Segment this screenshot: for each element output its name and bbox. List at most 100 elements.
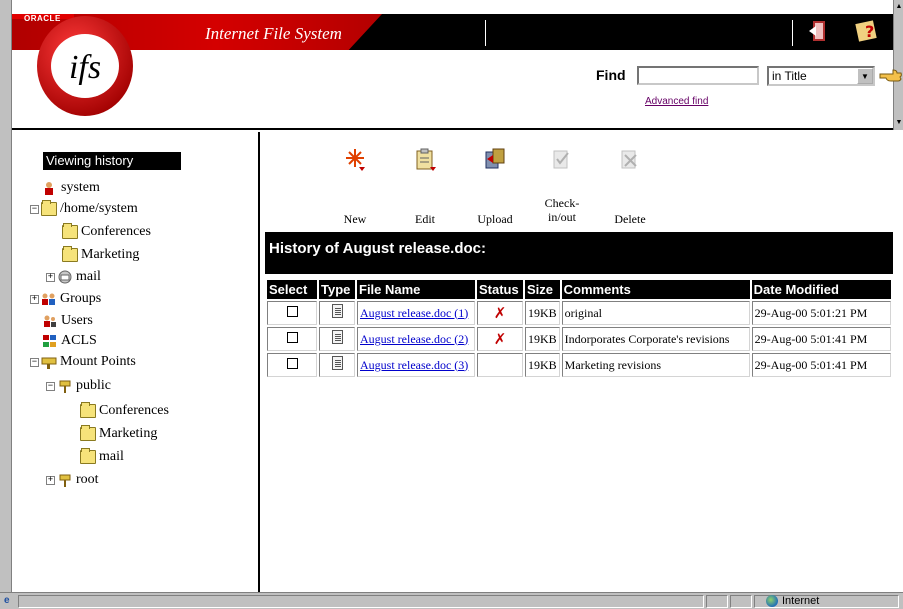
new-button[interactable]: New: [325, 146, 385, 226]
delete-icon: [621, 150, 637, 169]
status-bar: e Internet: [0, 592, 903, 609]
find-scope-value: in Title: [772, 69, 807, 83]
column-header[interactable]: Date Modified: [751, 280, 891, 299]
file-link[interactable]: August release.doc (3): [360, 358, 468, 372]
tree-item-acls[interactable]: ACLS: [42, 331, 97, 351]
tree-item-conferences-public[interactable]: Conferences: [80, 401, 169, 421]
new-label: New: [343, 212, 367, 226]
tree-item-label: mail: [99, 449, 124, 464]
select-checkbox[interactable]: [286, 357, 298, 369]
upload-button[interactable]: Upload: [465, 146, 525, 226]
collapse-icon[interactable]: −: [46, 381, 55, 391]
status-panel: [730, 595, 752, 608]
tree-item-public[interactable]: − public: [46, 376, 111, 396]
file-name-cell: August release.doc (2): [357, 327, 475, 351]
upload-label: Upload: [477, 212, 513, 226]
tree-item-root[interactable]: + root: [46, 470, 99, 490]
scroll-down-icon[interactable]: ▼: [895, 118, 903, 126]
ie-page-icon: e: [4, 595, 10, 606]
collapse-icon[interactable]: −: [30, 204, 39, 214]
tree-item-label: Marketing: [99, 426, 158, 441]
folder-icon: [62, 246, 78, 262]
select-checkbox[interactable]: [286, 331, 298, 343]
column-header[interactable]: Select: [267, 280, 317, 299]
tree-item-marketing-public[interactable]: Marketing: [80, 424, 157, 444]
tree-item-label: Conferences: [81, 224, 151, 239]
file-link[interactable]: August release.doc (2): [360, 332, 468, 346]
collapse-icon[interactable]: −: [30, 357, 39, 367]
select-cell: [267, 353, 317, 377]
comment-cell: Indorporates Corporate's revisions: [561, 327, 750, 351]
find-label: Find: [596, 67, 626, 83]
tree-item-users[interactable]: Users: [42, 311, 93, 331]
type-cell: [319, 301, 355, 325]
column-header[interactable]: Size: [525, 280, 560, 299]
header-divider: [485, 20, 486, 46]
checkinout-label: Check- in/out: [532, 196, 592, 224]
tree-item-system[interactable]: system: [42, 178, 100, 198]
delete-button[interactable]: Delete: [600, 146, 660, 226]
scroll-up-icon[interactable]: ▲: [895, 2, 903, 10]
help-icon[interactable]: ?: [854, 18, 880, 44]
header: ORACLE ifs Internet File System ? Find i…: [12, 0, 902, 130]
tree-item-label: Groups: [60, 291, 102, 306]
edit-icon: [416, 148, 436, 171]
tree-item-conferences[interactable]: Conferences: [62, 222, 151, 242]
column-header[interactable]: Status: [477, 280, 523, 299]
edit-label: Edit: [415, 212, 435, 226]
tree-item-mail[interactable]: + mail: [46, 267, 101, 287]
tree-item-label: ACLS: [61, 333, 97, 348]
column-header[interactable]: Comments: [561, 280, 750, 299]
mount-point-icon: [57, 473, 73, 487]
history-table: Select Type File Name Status Size Commen…: [265, 278, 893, 379]
date-cell: 29-Aug-00 5:01:21 PM: [751, 301, 891, 325]
select-cell: [267, 301, 317, 325]
ifs-logo: ifs: [37, 16, 133, 116]
checkinout-label-line1: Check-: [544, 196, 580, 210]
tree-item-marketing[interactable]: Marketing: [62, 245, 139, 265]
column-header[interactable]: File Name: [357, 280, 475, 299]
folder-icon: [80, 448, 96, 464]
tree-item-home-system[interactable]: − /home/system: [30, 199, 138, 219]
checkinout-button[interactable]: Check- in/out: [532, 146, 592, 226]
mount-icon: [41, 355, 57, 369]
go-icon[interactable]: [879, 64, 903, 86]
expand-icon[interactable]: +: [46, 272, 55, 282]
file-link[interactable]: August release.doc (1): [360, 306, 468, 320]
tree-item-mount-points[interactable]: − Mount Points: [30, 352, 136, 372]
acl-icon: [42, 334, 58, 348]
new-icon: [346, 149, 365, 171]
edit-button[interactable]: Edit: [395, 146, 455, 226]
tree-item-label: root: [76, 472, 99, 487]
header-divider: [792, 20, 793, 46]
find-scope-select[interactable]: in Title ▼: [767, 66, 875, 86]
tree-item-mail-public[interactable]: mail: [80, 447, 124, 467]
select-cell: [267, 327, 317, 351]
tree-item-label: Users: [61, 313, 93, 328]
app-title: Internet File System: [205, 24, 342, 43]
select-checkbox[interactable]: [286, 305, 298, 317]
status-cell: ✗: [477, 301, 523, 325]
sidebar-title: Viewing history: [43, 152, 181, 170]
expand-icon[interactable]: +: [46, 475, 55, 485]
chevron-down-icon[interactable]: ▼: [857, 68, 873, 84]
comment-cell: original: [561, 301, 750, 325]
logout-icon[interactable]: [807, 18, 833, 44]
folder-icon: [80, 402, 96, 418]
table-header-row: Select Type File Name Status Size Commen…: [267, 280, 891, 299]
mount-point-icon: [57, 379, 73, 393]
tree-item-label: Marketing: [81, 247, 140, 262]
size-cell: 19KB: [525, 327, 560, 351]
security-zone: Internet: [766, 594, 819, 608]
table-row: August release.doc (1) ✗ 19KB original 2…: [267, 301, 891, 325]
file-name-cell: August release.doc (3): [357, 353, 475, 377]
tree-item-groups[interactable]: + Groups: [30, 289, 101, 309]
date-cell: 29-Aug-00 5:01:41 PM: [751, 353, 891, 377]
folder-open-icon: [41, 200, 57, 216]
users-icon: [42, 314, 58, 328]
document-icon: [331, 304, 343, 318]
find-input[interactable]: [637, 66, 759, 85]
column-header[interactable]: Type: [319, 280, 355, 299]
advanced-find-link[interactable]: Advanced find: [645, 96, 708, 107]
expand-icon[interactable]: +: [30, 294, 39, 304]
